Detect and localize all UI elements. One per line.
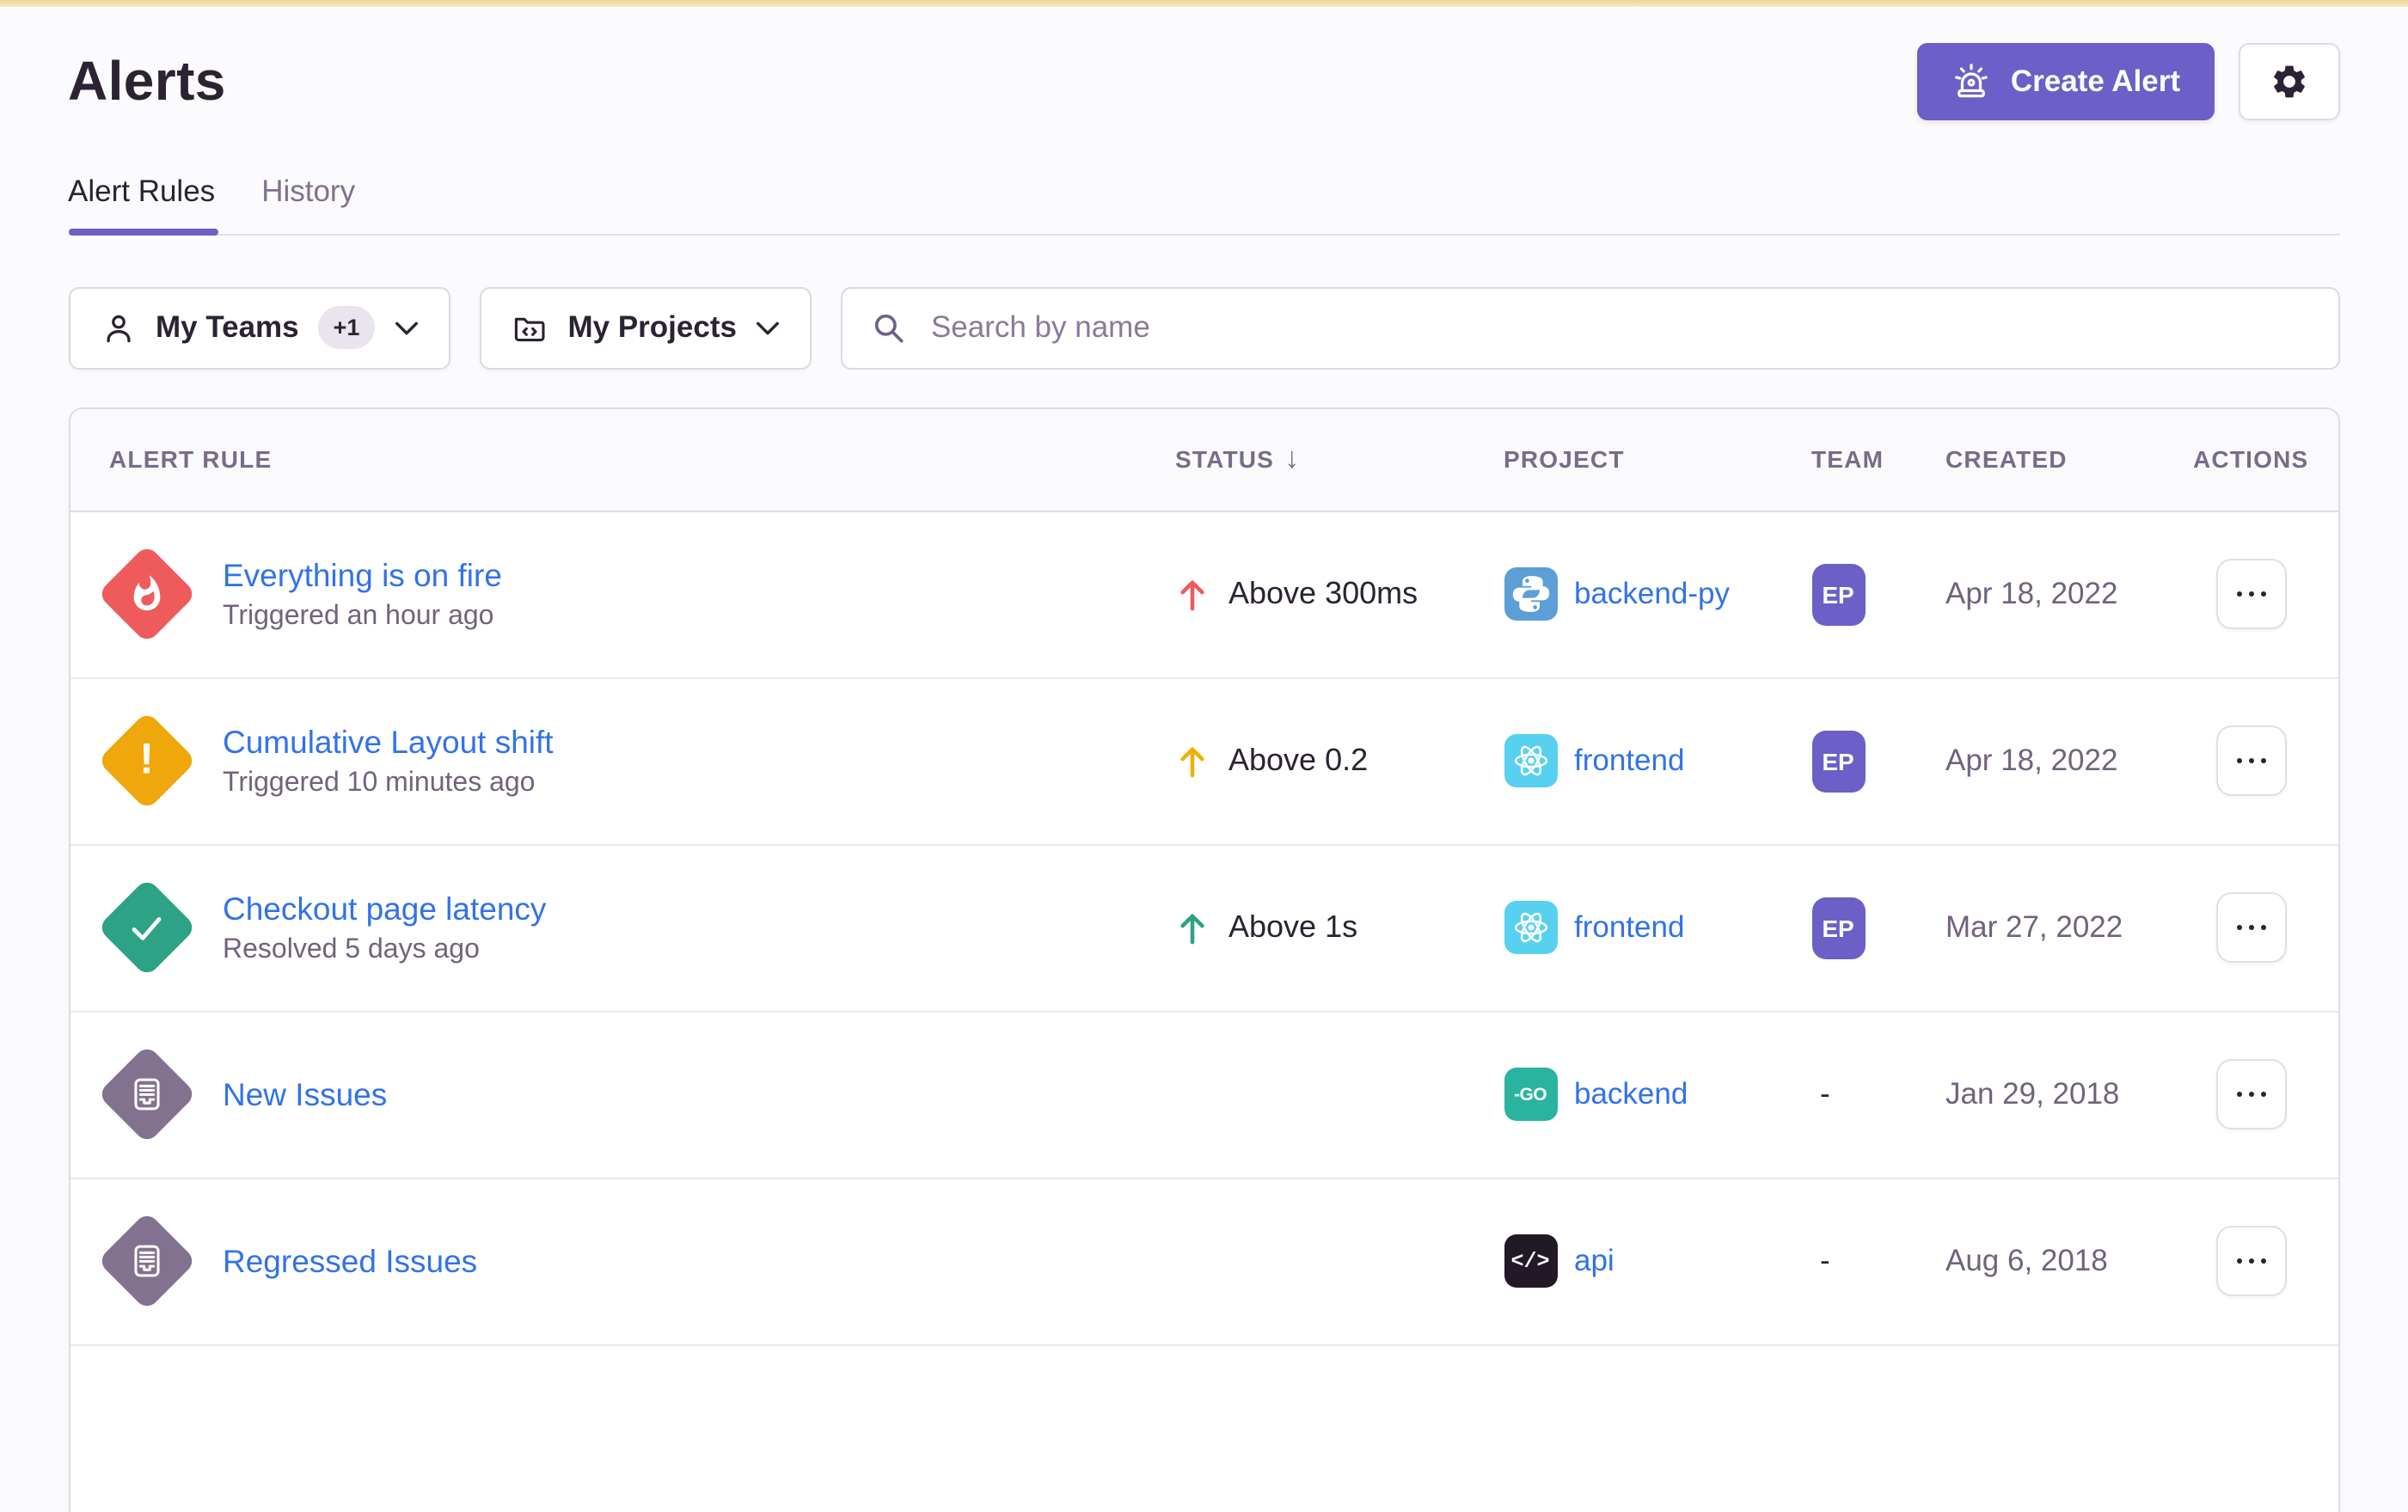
alerts-page: Alerts Create Alert — [0, 0, 2408, 1362]
warning-alert-icon — [96, 711, 196, 811]
table-header-row: Alert Rule Status ↓ Project Team Created… — [70, 408, 2338, 511]
created-date: Aug 6, 2018 — [1945, 1243, 2193, 1279]
react-icon — [1504, 901, 1557, 954]
column-header-alert-rule[interactable]: Alert Rule — [70, 445, 1175, 473]
row-actions-button[interactable] — [2216, 1226, 2287, 1296]
table-row: New Issues -GO backend - Jan 29, 2018 — [70, 1012, 2338, 1178]
trend-up-icon — [1175, 576, 1208, 612]
alert-rule-subtitle: Triggered 10 minutes ago — [223, 768, 554, 799]
gear-icon — [2270, 61, 2309, 101]
column-header-status[interactable]: Status ↓ — [1175, 442, 1504, 476]
page-title: Alerts — [68, 49, 226, 113]
projects-filter-dropdown[interactable]: My Projects — [480, 286, 812, 369]
issues-icon — [126, 1074, 166, 1114]
table-row-partial — [70, 1345, 2338, 1512]
created-date: Apr 18, 2022 — [1945, 743, 2193, 779]
chevron-down-icon — [756, 319, 781, 336]
create-alert-button[interactable]: Create Alert — [1918, 42, 2215, 119]
status-threshold: Above 1s — [1229, 909, 1357, 946]
teams-filter-count-badge: +1 — [318, 306, 376, 349]
row-actions-button[interactable] — [2216, 725, 2287, 796]
alert-rule-subtitle: Triggered an hour ago — [223, 601, 502, 632]
sort-descending-icon: ↓ — [1284, 442, 1300, 476]
fire-icon — [126, 574, 166, 614]
project-link[interactable]: api — [1574, 1243, 1615, 1279]
alert-rules-table: Alert Rule Status ↓ Project Team Created… — [68, 407, 2340, 1512]
code-icon: </> — [1504, 1234, 1557, 1288]
table-row: Everything is on fire Triggered an hour … — [70, 511, 2338, 678]
exclamation-icon — [139, 739, 154, 782]
check-icon — [126, 907, 167, 948]
tab-history[interactable]: History — [261, 173, 355, 233]
top-accent-bar — [0, 0, 2408, 6]
trend-up-icon — [1175, 743, 1208, 779]
filter-bar: My Teams +1 My Projects — [68, 286, 2340, 369]
overflow-menu-icon — [2236, 1091, 2242, 1097]
team-badge: EP — [1811, 730, 1865, 792]
critical-alert-icon — [96, 544, 196, 644]
projects-filter-label: My Projects — [567, 309, 736, 346]
resolved-alert-icon — [96, 878, 196, 977]
siren-icon — [1952, 61, 1992, 101]
overflow-menu-icon — [2236, 757, 2242, 763]
tab-alert-rules[interactable]: Alert Rules — [68, 173, 215, 233]
alert-rule-link[interactable]: Cumulative Layout shift — [223, 723, 554, 761]
row-actions-button[interactable] — [2216, 1059, 2287, 1129]
issues-icon — [126, 1241, 166, 1281]
create-alert-label: Create Alert — [2011, 63, 2180, 99]
column-header-team[interactable]: Team — [1811, 445, 1945, 473]
react-icon — [1504, 734, 1557, 787]
tab-bar: Alert Rules History — [68, 173, 2340, 235]
project-link[interactable]: frontend — [1574, 909, 1684, 946]
project-link[interactable]: frontend — [1574, 743, 1684, 779]
teams-filter-label: My Teams — [156, 309, 299, 346]
team-badge: EP — [1811, 563, 1865, 625]
status-threshold: Above 0.2 — [1229, 743, 1368, 779]
created-date: Jan 29, 2018 — [1945, 1076, 2193, 1112]
header-actions: Create Alert — [1918, 42, 2340, 119]
table-row: Cumulative Layout shift Triggered 10 min… — [70, 678, 2338, 845]
alert-rule-link[interactable]: Regressed Issues — [223, 1242, 477, 1280]
search-icon — [871, 309, 909, 346]
chevron-down-icon — [394, 319, 420, 336]
alert-rule-link[interactable]: Everything is on fire — [223, 556, 502, 594]
search-field — [842, 286, 2340, 369]
project-link[interactable]: backend — [1574, 1076, 1688, 1112]
trend-up-icon — [1175, 909, 1208, 946]
row-actions-button[interactable] — [2216, 559, 2287, 629]
project-link[interactable]: backend-py — [1574, 576, 1730, 612]
go-icon: -GO — [1504, 1068, 1557, 1121]
teams-filter-dropdown[interactable]: My Teams +1 — [68, 286, 450, 369]
overflow-menu-icon — [2236, 924, 2242, 930]
status-threshold: Above 300ms — [1229, 576, 1418, 612]
created-date: Mar 27, 2022 — [1945, 909, 2193, 946]
created-date: Apr 18, 2022 — [1945, 576, 2193, 612]
table-row: Checkout page latency Resolved 5 days ag… — [70, 845, 2338, 1012]
column-header-created[interactable]: Created — [1945, 445, 2193, 473]
alert-rule-link[interactable]: New Issues — [223, 1075, 387, 1113]
column-header-actions: Actions — [2193, 445, 2340, 473]
user-icon — [99, 309, 137, 346]
page-header: Alerts Create Alert — [68, 42, 2340, 119]
column-header-project[interactable]: Project — [1504, 445, 1811, 473]
issues-alert-icon — [96, 1211, 196, 1311]
issues-alert-icon — [96, 1044, 196, 1144]
settings-button[interactable] — [2239, 42, 2340, 119]
project-folder-icon — [511, 309, 548, 346]
team-empty: - — [1811, 1243, 1945, 1279]
alert-rule-subtitle: Resolved 5 days ago — [223, 934, 546, 965]
team-empty: - — [1811, 1076, 1945, 1112]
overflow-menu-icon — [2236, 1258, 2242, 1264]
python-icon — [1504, 567, 1557, 621]
search-input[interactable] — [928, 308, 2311, 347]
table-row: Regressed Issues </> api - Aug 6, 2018 — [70, 1178, 2338, 1345]
row-actions-button[interactable] — [2216, 892, 2287, 963]
team-badge: EP — [1811, 897, 1865, 958]
overflow-menu-icon — [2236, 591, 2242, 597]
alert-rule-link[interactable]: Checkout page latency — [223, 890, 546, 927]
